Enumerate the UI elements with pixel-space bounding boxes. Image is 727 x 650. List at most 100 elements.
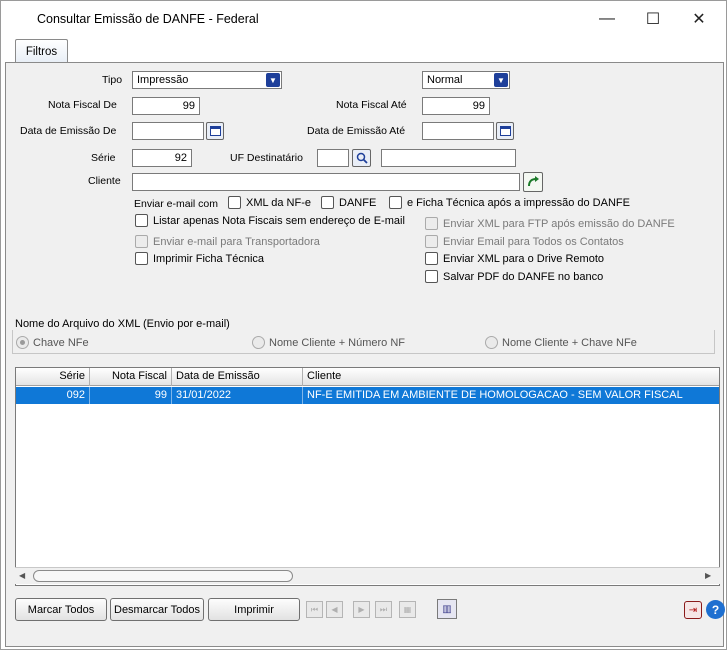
- calendar-ate-button[interactable]: [496, 122, 514, 140]
- maximize-icon: ☐: [645, 11, 661, 28]
- option-label: Enviar Email para Todos os Contatos: [443, 235, 624, 248]
- scroll-left-icon[interactable]: ◀: [19, 571, 25, 580]
- desmarcar-todos-button[interactable]: Desmarcar Todos: [110, 598, 204, 621]
- salvar-pdf-checkbox[interactable]: Salvar PDF do DANFE no banco: [425, 270, 603, 283]
- column-header-cliente[interactable]: Cliente: [303, 368, 719, 386]
- checkbox-box: [228, 196, 241, 209]
- ficha-checkbox[interactable]: e Ficha Técnica após a impressão do DANF…: [389, 196, 630, 209]
- checkbox-box: [425, 235, 438, 248]
- tipo-value: Impressão: [137, 74, 189, 86]
- calendar-icon: [499, 126, 511, 136]
- xml-ftp-checkbox[interactable]: Enviar XML para FTP após emissão do DANF…: [425, 217, 675, 230]
- minimize-icon: —: [599, 10, 615, 27]
- app-window: Consultar Emissão de DANFE - Federal — ☐…: [0, 0, 727, 650]
- scroll-right-icon[interactable]: ▶: [705, 571, 711, 580]
- close-button[interactable]: ✕: [676, 1, 722, 37]
- nf-de-field[interactable]: 99: [132, 97, 200, 115]
- radio-label: Nome Cliente + Número NF: [269, 336, 406, 349]
- checkbox-box: [135, 214, 148, 227]
- checkbox-box: [389, 196, 402, 209]
- radio-dot: [252, 336, 265, 349]
- option-label: Enviar XML para FTP após emissão do DANF…: [443, 217, 675, 230]
- danfe-checkbox[interactable]: DANFE: [321, 196, 376, 209]
- option-label: Salvar PDF do DANFE no banco: [443, 270, 604, 283]
- listar-sem-email-checkbox[interactable]: Listar apenas Nota Fiscais sem endereço …: [135, 214, 405, 227]
- cliente-field[interactable]: [132, 173, 520, 191]
- table-row[interactable]: 092 99 31/01/2022 NF-E EMITIDA EM AMBIEN…: [16, 387, 719, 404]
- email-todos-contatos-checkbox[interactable]: Enviar Email para Todos os Contatos: [425, 235, 624, 248]
- serie-field[interactable]: 92: [132, 149, 192, 167]
- imprimir-button[interactable]: Imprimir: [208, 598, 300, 621]
- minimize-button[interactable]: —: [584, 1, 630, 37]
- tab-strip: Filtros: [5, 37, 725, 63]
- cell-cliente: NF-E EMITIDA EM AMBIENTE DE HOMOLOGACAO …: [307, 389, 683, 401]
- radio-dot: [485, 336, 498, 349]
- modo-value: Normal: [427, 74, 463, 86]
- uf-label: UF Destinatário: [230, 152, 303, 164]
- chevron-down-icon: ▼: [494, 73, 508, 87]
- previous-record-icon[interactable]: ◀: [326, 601, 343, 618]
- refresh-arrow-icon: [528, 176, 539, 187]
- checkbox-box: [135, 252, 148, 265]
- column-header-nota[interactable]: Nota Fiscal: [90, 368, 172, 386]
- checkbox-box: [135, 235, 148, 248]
- close-icon: ✕: [692, 11, 706, 28]
- nf-ate-field[interactable]: 99: [422, 97, 490, 115]
- data-ate-field[interactable]: [422, 122, 494, 140]
- cell-nota: 99: [90, 387, 172, 404]
- uf-description-field[interactable]: [381, 149, 516, 167]
- data-de-field[interactable]: [132, 122, 204, 140]
- xml-nfe-label: XML da NF-e: [246, 196, 312, 209]
- radio-nome-cliente-numero[interactable]: Nome Cliente + Número NF: [252, 336, 405, 349]
- last-record-icon[interactable]: ⏭: [375, 601, 392, 618]
- ficha-label: e Ficha Técnica após a impressão do DANF…: [407, 196, 630, 209]
- grid-view-icon[interactable]: ▦: [399, 601, 416, 618]
- first-record-icon[interactable]: ⏮: [306, 601, 323, 618]
- xml-nfe-checkbox[interactable]: XML da NF-e: [228, 196, 311, 209]
- tipo-select[interactable]: Impressão ▼: [132, 71, 282, 89]
- cliente-label: Cliente: [88, 175, 121, 187]
- exit-icon[interactable]: ⇥: [684, 601, 702, 619]
- danfe-label: DANFE: [339, 196, 377, 209]
- checkbox-box: [425, 252, 438, 265]
- radio-label: Chave NFe: [33, 336, 89, 349]
- help-icon[interactable]: ?: [706, 600, 725, 619]
- uf-field[interactable]: [317, 149, 349, 167]
- window-title: Consultar Emissão de DANFE - Federal: [37, 12, 259, 26]
- column-header-data[interactable]: Data de Emissão: [172, 368, 303, 386]
- imprimir-ficha-checkbox[interactable]: Imprimir Ficha Técnica: [135, 252, 264, 265]
- checkbox-box: [425, 217, 438, 230]
- tab-filtros[interactable]: Filtros: [15, 39, 68, 63]
- xml-name-group-label: Nome do Arquivo do XML (Envio por e-mail…: [15, 318, 230, 330]
- radio-nome-cliente-chave[interactable]: Nome Cliente + Chave NFe: [485, 336, 637, 349]
- tipo-label: Tipo: [102, 74, 123, 86]
- column-header-serie[interactable]: Série: [16, 368, 90, 386]
- radio-chave-nfe[interactable]: Chave NFe: [16, 336, 89, 349]
- data-de-label: Data de Emissão De: [20, 125, 117, 137]
- cliente-search-button[interactable]: [523, 172, 543, 192]
- results-table[interactable]: Série Nota Fiscal Data de Emissão Client…: [15, 367, 720, 586]
- cell-data: 31/01/2022: [172, 387, 303, 404]
- horizontal-scrollbar[interactable]: ◀ ▶: [15, 567, 720, 584]
- nf-de-label: Nota Fiscal De: [48, 99, 117, 111]
- title-bar: Consultar Emissão de DANFE - Federal — ☐…: [1, 1, 726, 37]
- column-config-icon[interactable]: ▥: [437, 599, 457, 619]
- email-transportadora-checkbox[interactable]: Enviar e-mail para Transportadora: [135, 235, 320, 248]
- modo-select[interactable]: Normal ▼: [422, 71, 510, 89]
- search-icon: [356, 152, 368, 164]
- checkbox-box: [425, 270, 438, 283]
- data-ate-label: Data de Emissão Até: [307, 125, 406, 137]
- marcar-todos-button[interactable]: Marcar Todos: [15, 598, 107, 621]
- checkbox-box: [321, 196, 334, 209]
- next-record-icon[interactable]: ▶: [353, 601, 370, 618]
- option-label: Listar apenas Nota Fiscais sem endereço …: [153, 214, 405, 227]
- scroll-thumb[interactable]: [33, 570, 293, 582]
- email-prefix-label: Enviar e-mail com: [134, 198, 219, 210]
- nf-ate-label: Nota Fiscal Até: [336, 99, 407, 111]
- cell-serie: 092: [16, 387, 90, 404]
- uf-search-button[interactable]: [352, 149, 371, 167]
- maximize-button[interactable]: ☐: [630, 1, 676, 37]
- radio-label: Nome Cliente + Chave NFe: [502, 336, 637, 349]
- calendar-de-button[interactable]: [206, 122, 224, 140]
- xml-drive-remoto-checkbox[interactable]: Enviar XML para o Drive Remoto: [425, 252, 604, 265]
